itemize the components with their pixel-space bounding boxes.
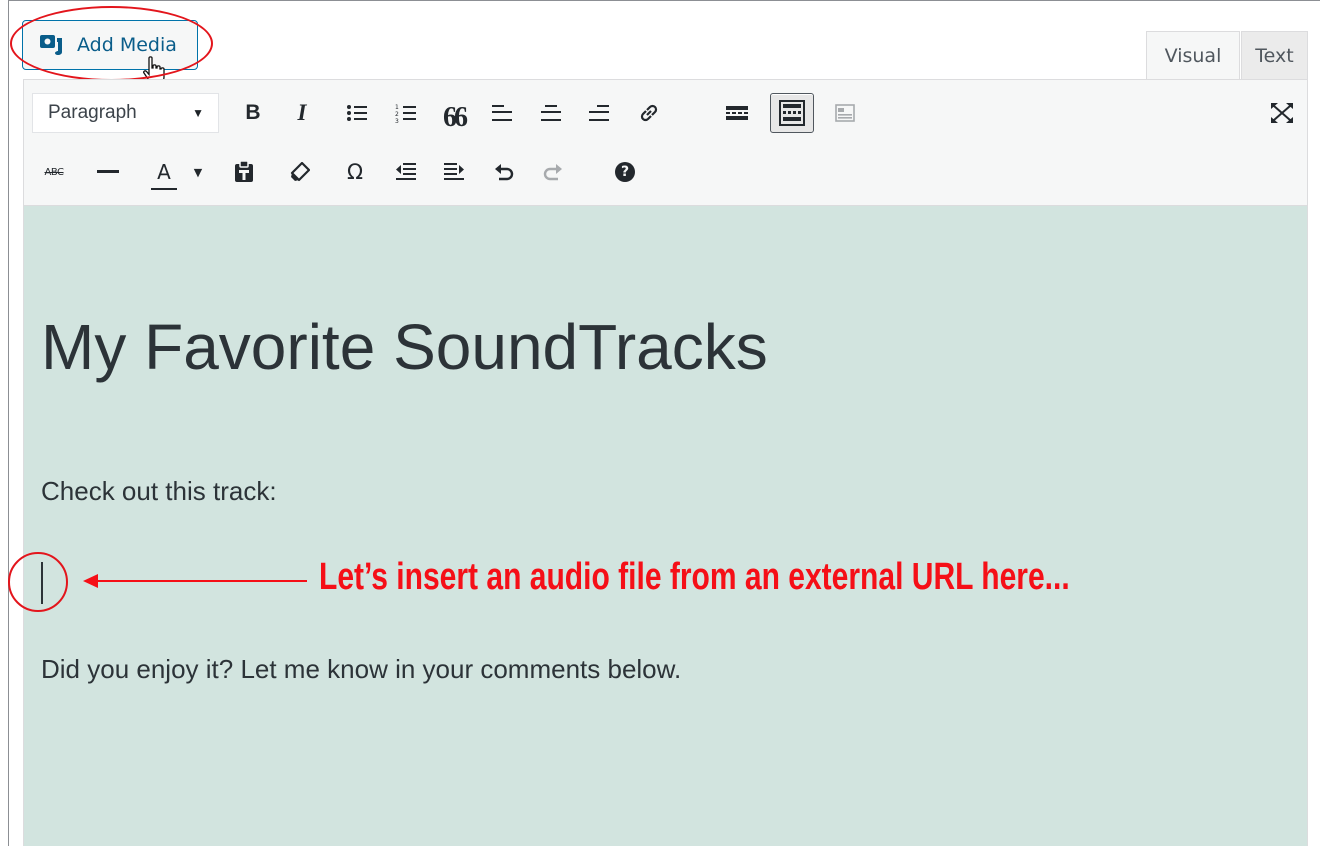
special-character-button[interactable]: Ω [337,154,373,190]
bullet-list-icon [347,105,367,121]
undo-icon [495,164,514,181]
align-right-button[interactable] [581,95,617,131]
indent-icon [444,163,464,180]
read-more-button[interactable] [719,95,755,131]
indent-button[interactable] [436,154,472,190]
chevron-down-icon: ▼ [192,106,204,120]
toolbar-toggle-button[interactable] [770,93,814,133]
outdent-icon [396,163,416,180]
annotation-arrow-icon [83,574,307,588]
add-media-button[interactable]: Add Media [22,20,198,70]
fullscreen-icon [1271,103,1293,123]
italic-icon: I [297,100,307,125]
bullet-list-button[interactable] [339,95,375,131]
format-select[interactable]: Paragraph ▼ [32,93,219,133]
align-left-icon [492,105,512,121]
media-placeholder-icon [835,104,855,122]
annotation-callout: Let’s insert an audio file from an exter… [319,556,1070,598]
clear-formatting-button[interactable] [282,154,318,190]
tab-visual-label: Visual [1164,45,1222,67]
svg-text:2: 2 [395,111,399,118]
align-center-button[interactable] [533,95,569,131]
blockquote-icon: 66 [443,102,468,133]
tab-text[interactable]: Text [1241,31,1308,80]
fullscreen-button[interactable] [1264,95,1300,131]
svg-text:3: 3 [395,118,399,124]
chevron-down-icon: ▼ [193,165,203,179]
media-icon [40,35,62,55]
italic-button[interactable]: I [284,95,320,131]
redo-icon [543,164,562,181]
clear-formatting-icon [290,162,310,182]
text-color-dropdown[interactable]: ▼ [188,154,208,190]
numbered-list-button[interactable]: 1 2 3 [388,95,424,131]
paragraph-check-out: Check out this track: [41,476,277,506]
text-color-swatch [151,188,177,190]
strikethrough-button[interactable]: ABC [36,154,72,190]
paste-text-button[interactable] [226,154,262,190]
help-button[interactable]: ? [607,154,643,190]
editor: Paragraph ▼ B I 1 2 3 66 ABC A ▼ Ω ? My … [8,79,1308,847]
add-media-label: Add Media [77,34,177,56]
bold-icon: B [245,101,261,124]
text-color-letter: A [157,160,171,184]
paragraph-did-you-enjoy: Did you enjoy it? Let me know in your co… [41,654,682,684]
horizontal-line-button[interactable] [90,154,126,190]
special-character-icon: Ω [346,160,364,184]
post-heading: My Favorite SoundTracks [41,311,768,383]
svg-text:1: 1 [395,104,399,111]
blockquote-button[interactable]: 66 [436,95,472,133]
media-placeholder-button[interactable] [827,95,863,131]
help-icon: ? [615,162,635,182]
highlight-ring-caret [8,552,68,612]
link-button[interactable] [631,95,667,131]
editor-content[interactable]: My Favorite SoundTracks Check out this t… [8,206,1307,847]
strikethrough-icon: ABC [44,166,64,178]
align-left-button[interactable] [484,95,520,131]
numbered-list-icon: 1 2 3 [395,104,416,124]
tab-visual[interactable]: Visual [1146,31,1240,80]
help-glyph: ? [620,164,630,180]
redo-button[interactable] [535,154,571,190]
horizontal-line-icon [97,170,119,173]
undo-button[interactable] [486,154,522,190]
link-icon [640,104,658,122]
read-more-icon [726,106,748,120]
align-center-icon [541,105,561,121]
text-color-icon: A [151,160,177,190]
bold-button[interactable]: B [235,95,271,131]
editor-toolbar: Paragraph ▼ B I 1 2 3 66 ABC A ▼ Ω ? [24,80,1307,206]
outdent-button[interactable] [388,154,424,190]
tab-text-label: Text [1255,45,1294,67]
toolbar-toggle-icon [779,100,805,126]
format-select-value: Paragraph [48,102,137,123]
text-color-button[interactable]: A [144,154,184,190]
paste-text-icon [235,161,253,182]
align-right-icon [589,105,609,121]
